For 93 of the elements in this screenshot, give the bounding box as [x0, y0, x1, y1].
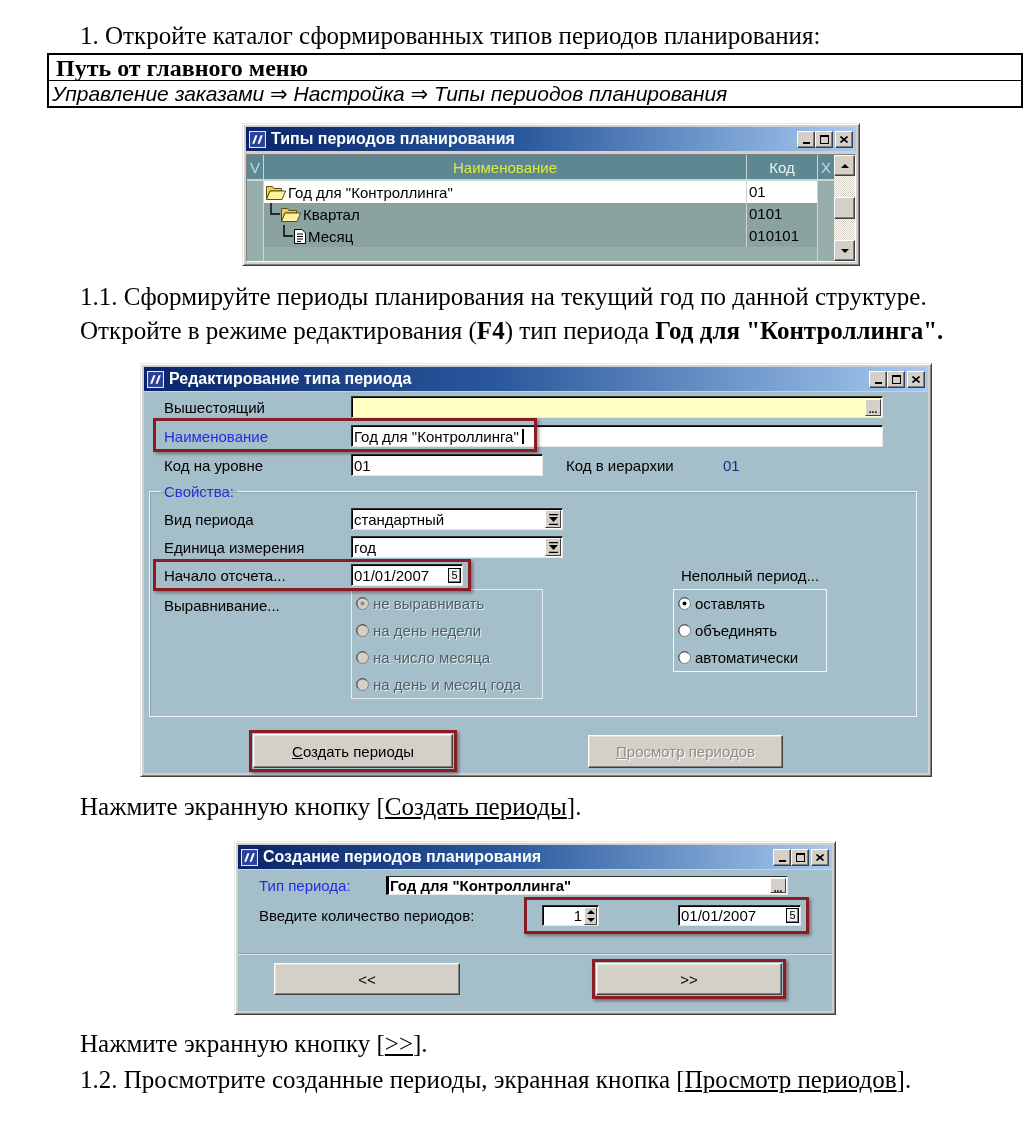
dialog-button[interactable]: Создать периоды — [253, 734, 453, 768]
maximize-icon — [891, 374, 901, 384]
close-icon — [840, 135, 848, 143]
step-text: 1. Откройте каталог сформированных типов периодов планирования: — [80, 22, 821, 50]
minimize-icon — [802, 141, 810, 144]
dropdown-button[interactable] — [545, 538, 561, 556]
up-arrow-icon — [840, 163, 849, 168]
radio-option[interactable]: объединять — [678, 617, 826, 644]
lookup-field[interactable]: Год для "Контроллинга" ... — [386, 876, 788, 895]
text-field[interactable]: 01 — [351, 454, 543, 476]
field-value: 01 — [723, 456, 740, 474]
minimize-button[interactable] — [773, 848, 791, 866]
maximize-icon — [819, 134, 829, 144]
spin-field[interactable]: 1 — [542, 905, 599, 926]
field-label: Тип периода: — [259, 877, 352, 894]
group-label: Выравнивание... — [164, 597, 280, 614]
maximize-icon — [795, 852, 805, 862]
down-arrow-icon — [840, 248, 849, 253]
window-title: Редактирование типа периода — [169, 370, 413, 388]
scrollbar[interactable] — [834, 155, 855, 261]
spin-control[interactable] — [584, 906, 597, 925]
maximize-button[interactable] — [887, 370, 905, 388]
field-label: Код в иерархии — [566, 456, 675, 474]
group-title: Свойства: — [163, 483, 236, 500]
field-label: Введите количество периодов: — [259, 907, 476, 924]
text-field[interactable]: Год для "Контроллинга" — [351, 425, 883, 447]
date-field[interactable]: 01/01/2007 5 — [351, 564, 463, 586]
instruction-text: Нажмите экранную кнопку [Создать периоды]. — [80, 793, 582, 821]
close-button[interactable] — [835, 130, 853, 148]
field-label: Наименование — [164, 427, 268, 445]
dropdown-arrow-icon — [548, 513, 558, 525]
folder-icon — [281, 206, 301, 222]
spin-up-icon — [586, 909, 595, 914]
dropdown-arrow-icon — [548, 541, 558, 553]
app-icon — [147, 370, 164, 388]
button-link[interactable]: >> — [384, 1030, 414, 1057]
scrollbar-thumb[interactable] — [834, 197, 855, 219]
close-button[interactable] — [907, 370, 925, 388]
field-label: Единица измерения — [164, 538, 305, 556]
radio-option[interactable]: автоматически — [678, 644, 826, 671]
minimize-button[interactable] — [797, 130, 815, 148]
spin-down-icon — [586, 917, 595, 922]
tree-row[interactable]: Квартал 0101 — [264, 203, 817, 225]
field-label: Вышестоящий — [164, 398, 265, 416]
scroll-up-button[interactable] — [834, 155, 855, 176]
maximize-button[interactable] — [791, 848, 809, 866]
app-icon — [241, 848, 258, 866]
minimize-icon — [874, 381, 882, 384]
radio-option[interactable]: оставлять — [678, 590, 826, 617]
close-button[interactable] — [811, 848, 829, 866]
date-field[interactable]: 01/01/2007 5 — [678, 905, 801, 926]
step-text: 1.2. Просмотрите созданные периоды, экранная кнопка [Просмотр периодов]. — [80, 1066, 912, 1094]
field-label: Начало отсчета... — [164, 566, 286, 584]
tree-row[interactable]: Год для "Контроллинга" 01 — [264, 181, 817, 203]
calendar-button[interactable]: 5 — [448, 567, 461, 583]
step-text: 1.1. Сформируйте периоды планирования на текущий год по данной структуре. — [80, 283, 927, 311]
window-title: Типы периодов планирования — [271, 130, 516, 148]
dialog-button[interactable]: >> — [596, 963, 782, 995]
tree-connector-icon — [283, 225, 293, 237]
lookup-button[interactable]: ... — [865, 398, 881, 416]
dropdown-button[interactable] — [545, 510, 561, 528]
step-text: Откройте в режиме редактирования (F4) тип периода Год для "Контроллинга". — [80, 317, 944, 345]
node-name: Квартал — [303, 205, 360, 223]
close-icon — [912, 375, 920, 383]
window-title: Создание периодов планирования — [263, 848, 543, 866]
node-name: Год для "Контроллинга" — [288, 183, 453, 201]
document-icon — [294, 228, 306, 244]
app-icon — [249, 130, 266, 148]
menu-path-text: Управление заказами ⇒ Настройка ⇒ Типы периодов планирования — [51, 81, 729, 106]
column-header[interactable]: Код — [746, 155, 817, 181]
field-label: Вид периода — [164, 510, 254, 528]
lookup-field[interactable]: ... — [351, 396, 883, 418]
folder-icon — [266, 184, 286, 200]
combo-field[interactable]: год — [351, 536, 563, 558]
dialog-button[interactable]: << — [274, 963, 460, 995]
button-link[interactable]: Создать периоды — [384, 793, 567, 820]
button-link[interactable]: Просмотр периодов — [684, 1066, 897, 1093]
scroll-down-button[interactable] — [834, 240, 855, 261]
lookup-button[interactable]: ... — [770, 878, 786, 893]
instruction-text: Нажмите экранную кнопку [>>]. — [80, 1030, 428, 1058]
minimize-button[interactable] — [869, 370, 887, 388]
code-cell: 010101 — [746, 225, 817, 247]
node-name: Месяц — [308, 227, 354, 245]
maximize-button[interactable] — [815, 130, 833, 148]
field-label: Код на уровне — [164, 456, 264, 474]
minimize-icon — [778, 859, 786, 862]
table-header-cell: Путь от главного меню — [49, 55, 1021, 81]
group-label: Неполный период... — [681, 566, 820, 584]
tree-row[interactable]: Месяц 010101 — [264, 225, 817, 247]
combo-field[interactable]: стандартный — [351, 508, 563, 530]
calendar-button[interactable]: 5 — [786, 908, 799, 923]
close-icon — [816, 853, 824, 861]
tree-connector-icon — [270, 203, 280, 215]
